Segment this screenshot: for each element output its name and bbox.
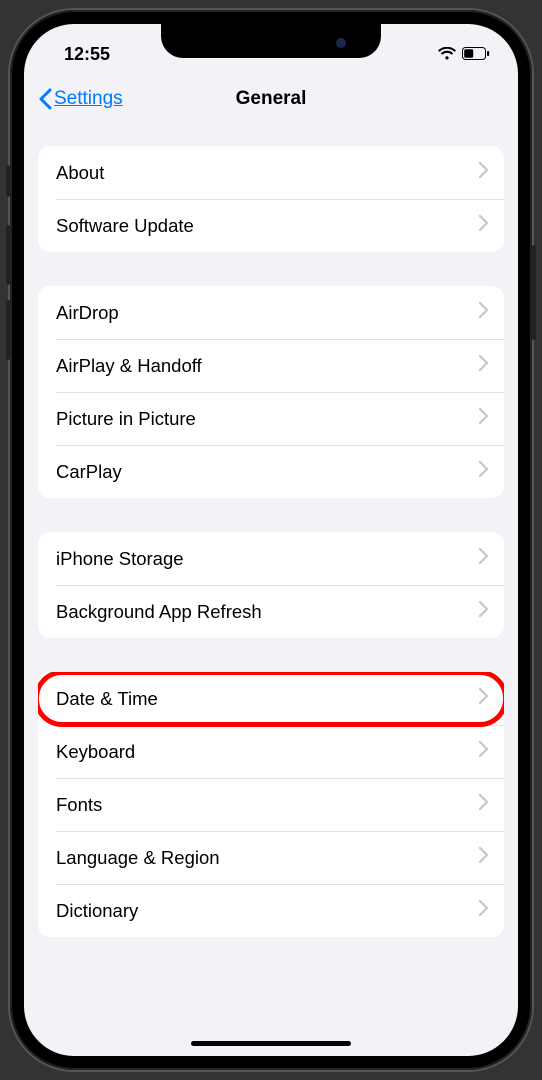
row-label: CarPlay <box>56 461 479 483</box>
row-label: iPhone Storage <box>56 548 479 570</box>
row-label: Keyboard <box>56 741 479 763</box>
row-language-region[interactable]: Language & Region <box>38 831 504 884</box>
notch <box>161 24 381 58</box>
power-button <box>532 245 536 340</box>
volume-up-button <box>6 225 10 285</box>
status-time: 12:55 <box>64 44 110 65</box>
chevron-right-icon <box>479 162 488 183</box>
row-background-app-refresh[interactable]: Background App Refresh <box>38 585 504 638</box>
chevron-right-icon <box>479 741 488 762</box>
row-label: Date & Time <box>56 688 479 710</box>
chevron-right-icon <box>479 900 488 921</box>
row-label: About <box>56 162 479 184</box>
row-airplay-handoff[interactable]: AirPlay & Handoff <box>38 339 504 392</box>
screen: 12:55 Settings General About Software Upd… <box>24 24 518 1056</box>
row-label: AirPlay & Handoff <box>56 355 479 377</box>
row-label: Fonts <box>56 794 479 816</box>
settings-content: About Software Update AirDrop AirPlay & Han… <box>24 124 518 937</box>
settings-group: AirDrop AirPlay & Handoff Picture in Pictu… <box>38 286 504 498</box>
page-title: General <box>236 88 307 110</box>
home-indicator[interactable] <box>191 1041 351 1046</box>
row-label: Dictionary <box>56 900 479 922</box>
row-carplay[interactable]: CarPlay <box>38 445 504 498</box>
row-about[interactable]: About <box>38 146 504 199</box>
settings-group: iPhone Storage Background App Refresh <box>38 532 504 638</box>
row-fonts[interactable]: Fonts <box>38 778 504 831</box>
chevron-right-icon <box>479 794 488 815</box>
mute-switch <box>6 165 10 197</box>
chevron-right-icon <box>479 302 488 323</box>
row-label: Software Update <box>56 215 479 237</box>
battery-icon <box>462 44 490 65</box>
chevron-right-icon <box>479 688 488 709</box>
back-label: Settings <box>54 88 123 110</box>
chevron-left-icon <box>38 88 52 110</box>
wifi-icon <box>438 44 456 65</box>
row-date-time[interactable]: Date & Time <box>38 672 504 725</box>
row-label: Background App Refresh <box>56 601 479 623</box>
chevron-right-icon <box>479 408 488 429</box>
chevron-right-icon <box>479 847 488 868</box>
row-label: Picture in Picture <box>56 408 479 430</box>
chevron-right-icon <box>479 461 488 482</box>
row-software-update[interactable]: Software Update <box>38 199 504 252</box>
row-airdrop[interactable]: AirDrop <box>38 286 504 339</box>
back-button[interactable]: Settings <box>38 88 123 110</box>
chevron-right-icon <box>479 215 488 236</box>
chevron-right-icon <box>479 601 488 622</box>
row-picture-in-picture[interactable]: Picture in Picture <box>38 392 504 445</box>
volume-down-button <box>6 300 10 360</box>
row-label: Language & Region <box>56 847 479 869</box>
settings-group: About Software Update <box>38 146 504 252</box>
row-dictionary[interactable]: Dictionary <box>38 884 504 937</box>
row-keyboard[interactable]: Keyboard <box>38 725 504 778</box>
chevron-right-icon <box>479 355 488 376</box>
phone-frame: 12:55 Settings General About Software Upd… <box>10 10 532 1070</box>
chevron-right-icon <box>479 548 488 569</box>
settings-group: Date & Time Keyboard Fonts Language & Regio… <box>38 672 504 937</box>
row-label: AirDrop <box>56 302 479 324</box>
status-indicators <box>438 44 490 65</box>
row-iphone-storage[interactable]: iPhone Storage <box>38 532 504 585</box>
nav-header: Settings General <box>24 74 518 124</box>
